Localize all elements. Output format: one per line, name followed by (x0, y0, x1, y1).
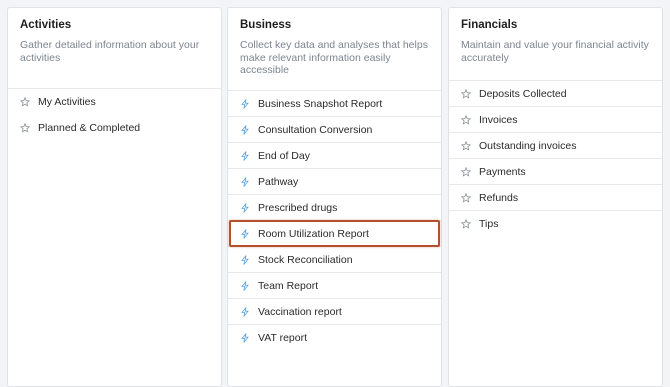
star-icon[interactable] (20, 123, 30, 133)
business-item-prescribed-drugs[interactable]: Prescribed drugs (228, 195, 441, 221)
financials-item-label: Outstanding invoices (479, 139, 577, 152)
financials-title: Financials (461, 19, 518, 31)
financials-item-payments[interactable]: Payments (449, 159, 662, 185)
financials-description: Maintain and value your financial activi… (461, 39, 649, 64)
business-item-team-report[interactable]: Team Report (228, 273, 441, 299)
bolt-icon (240, 333, 250, 343)
financials-item-refunds[interactable]: Refunds (449, 185, 662, 211)
activities-item-my-activities[interactable]: My Activities (8, 89, 221, 115)
financials-item-tips[interactable]: Tips (449, 211, 662, 237)
business-item-label: Business Snapshot Report (258, 97, 383, 110)
financials-card: Financials Maintain and value your finan… (448, 7, 663, 387)
business-item-label: Stock Reconciliation (258, 253, 353, 266)
business-item-label: Prescribed drugs (258, 201, 338, 214)
business-item-snapshot[interactable]: Business Snapshot Report (228, 91, 441, 117)
business-card: Business Collect key data and analyses t… (227, 7, 442, 387)
business-description: Collect key data and analyses that helps… (240, 39, 428, 76)
business-item-label: Pathway (258, 175, 299, 188)
activities-title: Activities (20, 19, 72, 31)
business-item-pathway[interactable]: Pathway (228, 169, 441, 195)
financials-item-invoices[interactable]: Invoices (449, 107, 662, 133)
business-item-label: Vaccination report (258, 305, 342, 318)
bolt-icon (240, 124, 250, 135)
star-icon[interactable] (20, 97, 30, 107)
activities-description: Gather detailed information about your a… (20, 39, 200, 64)
star-icon[interactable] (461, 192, 471, 203)
activities-item-label: My Activities (38, 96, 96, 108)
bolt-icon (240, 98, 250, 109)
bolt-icon (240, 254, 250, 265)
activities-item-planned-completed[interactable]: Planned & Completed (8, 115, 221, 141)
business-item-vaccination-report[interactable]: Vaccination report (228, 299, 441, 325)
business-item-consultation[interactable]: Consultation Conversion (228, 117, 441, 143)
business-item-stock-reconciliation[interactable]: Stock Reconciliation (228, 247, 441, 273)
business-item-label: End of Day (258, 149, 310, 162)
star-icon[interactable] (461, 166, 471, 177)
financials-item-label: Payments (479, 165, 526, 178)
bolt-icon (240, 228, 250, 239)
business-item-label: VAT report (258, 332, 308, 344)
star-icon[interactable] (461, 140, 471, 151)
bolt-icon (240, 306, 250, 317)
star-icon[interactable] (461, 219, 471, 229)
bolt-icon (240, 150, 250, 161)
financials-item-outstanding[interactable]: Outstanding invoices (449, 133, 662, 159)
financials-item-deposits[interactable]: Deposits Collected (449, 81, 662, 107)
financials-item-label: Tips (479, 218, 499, 230)
bolt-icon (240, 176, 250, 187)
activities-card: Activities Gather detailed information a… (7, 7, 222, 387)
business-item-label: Consultation Conversion (258, 123, 373, 136)
business-item-label: Team Report (258, 279, 319, 292)
business-title: Business (240, 19, 292, 31)
financials-item-label: Invoices (479, 113, 518, 126)
business-item-label: Room Utilization Report (258, 227, 369, 240)
activities-item-label: Planned & Completed (38, 122, 141, 134)
financials-item-label: Deposits Collected (479, 87, 567, 100)
bolt-icon (240, 280, 250, 291)
star-icon[interactable] (461, 114, 471, 125)
business-item-vat-report[interactable]: VAT report (228, 325, 441, 351)
star-icon[interactable] (461, 88, 471, 99)
bolt-icon (240, 202, 250, 213)
business-item-end-of-day[interactable]: End of Day (228, 143, 441, 169)
financials-item-label: Refunds (479, 191, 519, 204)
business-item-room-utilization[interactable]: Room Utilization Report (228, 220, 441, 247)
